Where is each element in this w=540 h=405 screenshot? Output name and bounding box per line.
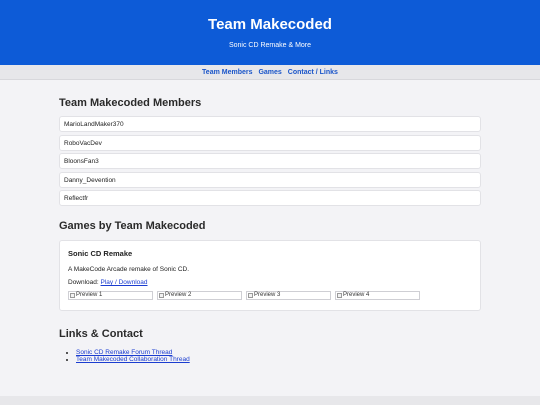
broken-image-icon [248, 293, 253, 298]
preview-alt: Preview 2 [165, 292, 192, 298]
broken-image-icon [70, 293, 75, 298]
broken-image-icon [159, 293, 164, 298]
nav-contact-links[interactable]: Contact / Links [288, 69, 338, 76]
links-heading: Links & Contact [59, 328, 143, 340]
download-row: Download: Play / Download [68, 279, 472, 286]
member-item: BloonsFan3 [59, 153, 481, 169]
forum-thread-link[interactable]: Sonic CD Remake Forum Thread [76, 349, 172, 356]
member-item: Reflectfr [59, 190, 481, 206]
member-item: MarioLandMaker370 [59, 116, 481, 132]
list-item: Sonic CD Remake Forum Thread [76, 349, 481, 356]
download-link[interactable]: Play / Download [101, 279, 148, 286]
preview-row: Preview 1 Preview 2 Preview 3 Preview 4 [68, 291, 472, 300]
game-title: Sonic CD Remake [68, 249, 133, 258]
members-section: Team Makecoded Members MarioLandMaker370… [59, 97, 481, 206]
collab-thread-link[interactable]: Team Makecoded Collaboration Thread [76, 356, 190, 363]
member-list: MarioLandMaker370 RoboVacDev BloonsFan3 … [59, 116, 481, 206]
member-item: RoboVacDev [59, 134, 481, 151]
game-card: Sonic CD Remake A MakeCode Arcade remake… [59, 240, 481, 311]
preview-alt: Preview 3 [254, 292, 281, 298]
footer-bar [0, 396, 540, 405]
links-section: Links & Contact Sonic CD Remake Forum Th… [59, 328, 481, 363]
nav-team-members[interactable]: Team Members [202, 69, 252, 76]
nav-games[interactable]: Games [258, 69, 281, 76]
preview-alt: Preview 1 [76, 292, 103, 298]
site-subtitle: Sonic CD Remake & More [228, 42, 312, 49]
preview-image: Preview 4 [335, 291, 420, 300]
main-content: Team Makecoded Members MarioLandMaker370… [0, 97, 540, 363]
download-label: Download: [68, 279, 99, 286]
game-description: A MakeCode Arcade remake of Sonic CD. [68, 266, 190, 273]
games-heading: Games by Team Makecoded [59, 220, 206, 232]
preview-image: Preview 3 [246, 291, 331, 300]
preview-alt: Preview 4 [343, 292, 370, 298]
broken-image-icon [337, 293, 342, 298]
members-heading: Team Makecoded Members [59, 97, 202, 109]
links-list: Sonic CD Remake Forum Thread Team Makeco… [59, 349, 481, 363]
nav-bar: Team Members Games Contact / Links [0, 65, 540, 80]
member-item: Danny_Devention [59, 171, 481, 188]
preview-image: Preview 2 [157, 291, 242, 300]
preview-image: Preview 1 [68, 291, 153, 300]
site-header: Team Makecoded Sonic CD Remake & More [0, 0, 540, 65]
site-title: Team Makecoded [208, 16, 332, 33]
list-item: Team Makecoded Collaboration Thread [76, 356, 481, 363]
games-section: Games by Team Makecoded Sonic CD Remake … [59, 220, 481, 311]
